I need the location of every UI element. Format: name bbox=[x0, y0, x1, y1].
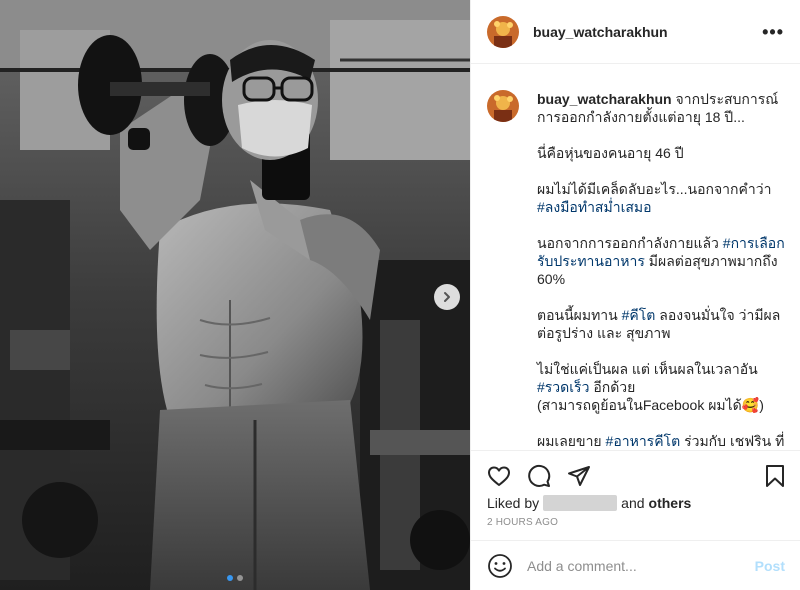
hashtag-link[interactable]: #ลงมือทำสม่ำเสมอ bbox=[537, 199, 652, 215]
comment-button[interactable] bbox=[525, 462, 553, 490]
save-button[interactable] bbox=[761, 462, 789, 490]
post-timestamp[interactable]: 2 HOURS AGO bbox=[471, 517, 800, 528]
more-options-icon[interactable]: ••• bbox=[762, 23, 784, 41]
share-icon bbox=[568, 466, 590, 486]
hashtag-link[interactable]: #รวดเร็ว bbox=[537, 379, 589, 395]
carousel-dot-active bbox=[227, 575, 233, 581]
carousel-next-button[interactable] bbox=[434, 284, 460, 310]
caption-line: (สามารถดูย้อนในFacebook ผมได้🥰) bbox=[537, 397, 764, 413]
emoji-icon bbox=[488, 553, 512, 578]
comment-bar: Post bbox=[471, 540, 800, 590]
liked-by-prefix: Liked by bbox=[487, 495, 540, 511]
hashtag-link[interactable]: #คีโต bbox=[622, 307, 656, 323]
liked-by-others-link[interactable]: others bbox=[649, 495, 692, 511]
avatar[interactable] bbox=[487, 15, 519, 48]
caption-paragraph: นี่คือหุ่นของคนอายุ 46 ปี bbox=[537, 144, 785, 162]
liked-by-line: Liked by and others bbox=[471, 495, 800, 511]
post-header: buay_watcharakhun ••• bbox=[471, 0, 800, 64]
post-author-username[interactable]: buay_watcharakhun bbox=[533, 24, 762, 40]
share-button[interactable] bbox=[565, 462, 593, 490]
caption-username[interactable]: buay_watcharakhun bbox=[537, 91, 672, 107]
post-comment-button[interactable]: Post bbox=[755, 558, 785, 574]
emoji-picker-button[interactable] bbox=[487, 553, 513, 579]
caption-line: ตอนนี้ผมทาน bbox=[537, 307, 622, 323]
caption-avatar[interactable] bbox=[487, 90, 519, 122]
comment-icon bbox=[528, 464, 551, 487]
caption-line: นี่คือหุ่นของคนอายุ 46 ปี bbox=[537, 145, 684, 161]
caption-paragraph: ไม่ใช่แค่เป็นผล แต่ เห็นผลในเวลาอัน #รวด… bbox=[537, 360, 785, 414]
caption-line: อีกด้วย bbox=[589, 379, 636, 395]
carousel-dot bbox=[237, 575, 243, 581]
caption-text: buay_watcharakhun จากประสบการณ์การออกกำล… bbox=[537, 90, 785, 450]
comment-input[interactable] bbox=[527, 557, 755, 574]
post-actions: Liked by and others 2 HOURS AGO bbox=[471, 450, 800, 540]
caption-line: ผมไม่ได้มีเคล็ดลับอะไร...นอกจากคำว่า bbox=[537, 181, 772, 197]
heart-icon bbox=[488, 466, 510, 486]
like-button[interactable] bbox=[485, 462, 513, 490]
caption-paragraph: นอกจากการออกกำลังกายแล้ว #การเลือกรับประ… bbox=[537, 234, 785, 288]
caption-line: ผมเลยขาย bbox=[537, 433, 606, 449]
caption-line: ไม่ใช่แค่เป็นผล แต่ เห็นผลในเวลาอัน bbox=[537, 361, 758, 377]
hashtag-link[interactable]: #อาหารคีโต bbox=[606, 433, 681, 449]
caption-paragraph: ตอนนี้ผมทาน #คีโต ลองจนมั่นใจ ว่ามีผลต่อ… bbox=[537, 306, 785, 342]
avatar-image bbox=[487, 90, 519, 122]
bookmark-icon bbox=[766, 465, 784, 487]
caption-line: ร่วมกับ เชฟริน ที่ bbox=[680, 433, 785, 449]
caption-area: buay_watcharakhun จากประสบการณ์การออกกำล… bbox=[471, 64, 800, 450]
carousel-indicator bbox=[0, 575, 470, 581]
action-icons-row bbox=[471, 451, 800, 493]
blurred-username[interactable] bbox=[543, 495, 618, 511]
caption-paragraph: ผมเลยขาย #อาหารคีโต ร่วมกับ เชฟริน ที่ bbox=[537, 432, 785, 450]
caption-paragraph: ผมไม่ได้มีเคล็ดลับอะไร...นอกจากคำว่า #ลง… bbox=[537, 180, 785, 216]
caption-row: buay_watcharakhun จากประสบการณ์การออกกำล… bbox=[487, 90, 785, 450]
caption-line: นอกจากการออกกำลังกายแล้ว bbox=[537, 235, 723, 251]
caption-paragraph: buay_watcharakhun จากประสบการณ์การออกกำล… bbox=[537, 90, 785, 126]
next-arrow-icon bbox=[444, 292, 450, 302]
liked-by-connector: and bbox=[621, 495, 645, 511]
gym-selfie-photo bbox=[0, 0, 470, 590]
avatar-image bbox=[487, 15, 519, 48]
post-side-panel: buay_watcharakhun ••• buay_watcharakhun … bbox=[470, 0, 800, 590]
post-media[interactable] bbox=[0, 0, 470, 590]
